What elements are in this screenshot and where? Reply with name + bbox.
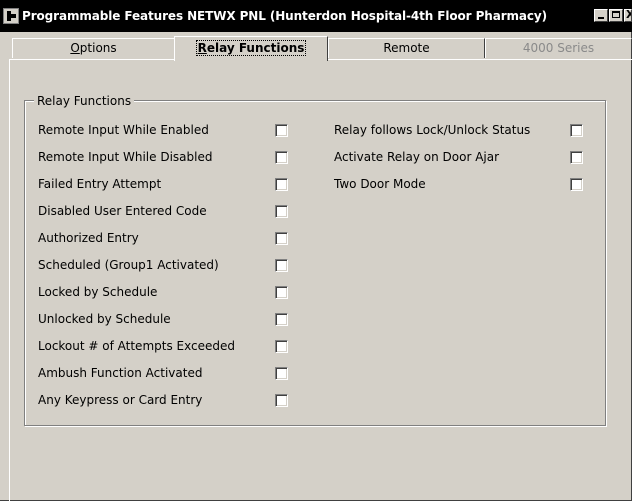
option-checkbox[interactable] [275, 394, 288, 407]
option-label[interactable]: Lockout # of Attempts Exceeded [38, 339, 235, 353]
tab-remote[interactable]: Remote [328, 38, 485, 58]
programmable-features-window: Programmable Features NETWX PNL (Hunterd… [0, 0, 632, 501]
option-checkbox[interactable] [275, 232, 288, 245]
option-label[interactable]: Relay follows Lock/Unlock Status [334, 123, 530, 137]
option-checkbox[interactable] [275, 313, 288, 326]
tab-4000-series-label: 4000 Series [522, 41, 595, 55]
option-label[interactable]: Authorized Entry [38, 231, 139, 245]
option-checkbox[interactable] [275, 205, 288, 218]
group-title: Relay Functions [34, 94, 135, 108]
tab-options-label: Options [70, 41, 117, 55]
option-label[interactable]: Scheduled (Group1 Activated) [38, 258, 219, 272]
option-label[interactable]: Locked by Schedule [38, 285, 157, 299]
option-label[interactable]: Remote Input While Enabled [38, 123, 209, 137]
option-label[interactable]: Remote Input While Disabled [38, 150, 212, 164]
option-label[interactable]: Disabled User Entered Code [38, 204, 207, 218]
tab-options[interactable]: Options [12, 38, 175, 58]
option-checkbox[interactable] [275, 151, 288, 164]
window-title: Programmable Features NETWX PNL (Hunterd… [22, 9, 548, 23]
title-bar[interactable]: Programmable Features NETWX PNL (Hunterd… [0, 0, 632, 32]
maximize-icon[interactable] [609, 9, 623, 22]
option-checkbox[interactable] [275, 178, 288, 191]
option-checkbox[interactable] [275, 286, 288, 299]
option-label[interactable]: Two Door Mode [334, 177, 426, 191]
option-label[interactable]: Any Keypress or Card Entry [38, 393, 202, 407]
option-checkbox[interactable] [570, 151, 583, 164]
tab-4000-series: 4000 Series [485, 38, 632, 58]
tab-relay-functions[interactable]: Relay Functions [174, 36, 328, 61]
option-checkbox[interactable] [275, 340, 288, 353]
tab-remote-label: Remote [383, 41, 430, 55]
tab-strip: Options Relay Functions Remote 4000 Seri… [0, 36, 632, 61]
minimize-icon[interactable] [594, 9, 608, 22]
app-icon[interactable] [3, 8, 19, 24]
option-checkbox[interactable] [570, 124, 583, 137]
close-icon[interactable] [624, 9, 632, 22]
option-label[interactable]: Ambush Function Activated [38, 366, 202, 380]
option-label[interactable]: Failed Entry Attempt [38, 177, 161, 191]
option-checkbox[interactable] [275, 259, 288, 272]
option-checkbox[interactable] [275, 367, 288, 380]
option-label[interactable]: Unlocked by Schedule [38, 312, 171, 326]
option-label[interactable]: Activate Relay on Door Ajar [334, 150, 499, 164]
option-checkbox[interactable] [275, 124, 288, 137]
option-checkbox[interactable] [570, 178, 583, 191]
tab-relay-functions-label: Relay Functions [195, 40, 307, 56]
